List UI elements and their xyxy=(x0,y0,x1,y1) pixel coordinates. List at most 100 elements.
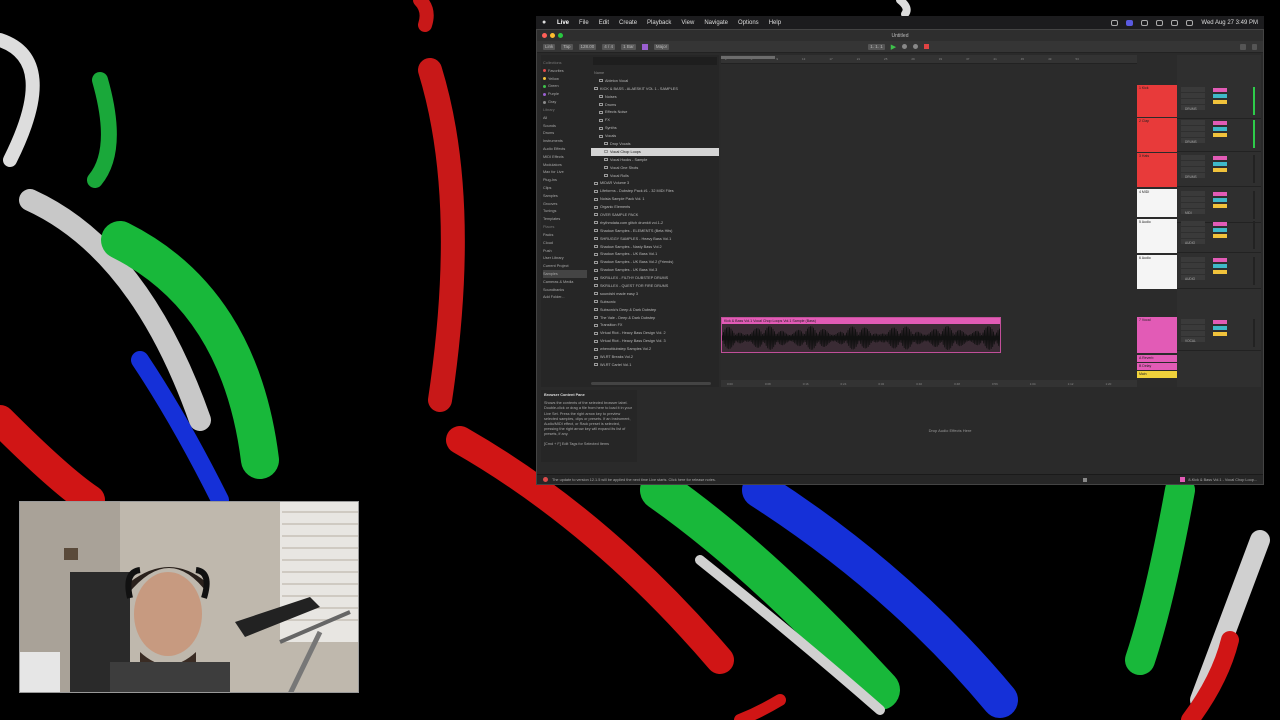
browser-file-item[interactable]: OVER SAMPLE PACK xyxy=(591,211,719,219)
collection-purple[interactable]: Purple xyxy=(543,90,587,98)
menu-app[interactable]: Live xyxy=(557,20,569,26)
arrangement-position[interactable]: 1. 1. 1 xyxy=(868,43,885,50)
input-type-select[interactable] xyxy=(1181,155,1205,160)
solo-button[interactable] xyxy=(1213,198,1227,202)
solo-button[interactable] xyxy=(1213,94,1227,98)
browser-file-item[interactable]: rhythmdata.com glitch drumkit vol.1-2 xyxy=(591,219,719,227)
track-header[interactable]: 4 MIDI xyxy=(1137,189,1177,217)
return-header[interactable]: A Reverb xyxy=(1137,355,1177,362)
status-message[interactable]: The update to version 12.1.5 will be app… xyxy=(552,478,716,482)
wifi-icon[interactable] xyxy=(1156,19,1164,26)
places-item[interactable]: Soundbanks xyxy=(543,286,587,294)
browser-file-item[interactable]: Virtual Riot - Heavy Bass Design Vol. 3 xyxy=(591,337,719,345)
track-activator-button[interactable] xyxy=(1213,88,1227,92)
device-view[interactable]: Drop Audio Effects Here xyxy=(639,390,1261,462)
library-item[interactable]: Tunings xyxy=(543,208,587,216)
browser-file-item[interactable]: Lifeforms - Dubstep Pack #1 - 32 MIDI Fi… xyxy=(591,187,719,195)
browser-file-item[interactable]: MIDAR Volume 3 xyxy=(591,179,719,187)
browser-file-item[interactable]: Shadow Samples - Nasty Bass Vol.2 xyxy=(591,243,719,251)
places-item[interactable]: Cloud xyxy=(543,239,587,247)
time-ruler[interactable]: 0:00 0:08 0:16 0:24 0:32 0:40 0:48 0:56 … xyxy=(721,380,1137,387)
library-item[interactable]: Audio Effects xyxy=(543,145,587,153)
library-item[interactable]: Samples xyxy=(543,192,587,200)
input-channel-select[interactable] xyxy=(1181,93,1205,98)
main-header[interactable]: Main xyxy=(1137,371,1177,378)
monitor-select[interactable] xyxy=(1181,331,1205,336)
input-type-select[interactable] xyxy=(1181,221,1205,226)
library-item[interactable]: Max for Live xyxy=(543,169,587,177)
link-button[interactable]: Link xyxy=(543,43,556,50)
menu-file[interactable]: File xyxy=(579,20,589,26)
places-item[interactable]: Current Project xyxy=(543,262,587,270)
arm-button[interactable] xyxy=(1213,168,1227,172)
audio-clip[interactable]: Kick & Bass Vol.1 Vocal Chop Loops Vol.1… xyxy=(721,317,1001,353)
collection-gray[interactable]: Gray xyxy=(543,98,587,106)
track-activator-button[interactable] xyxy=(1213,121,1227,125)
arm-button[interactable] xyxy=(1213,100,1227,104)
library-item[interactable]: Templates xyxy=(543,215,587,223)
automation-arm-icon[interactable] xyxy=(924,44,930,49)
library-item[interactable]: Modulators xyxy=(543,161,587,169)
library-item[interactable]: Drums xyxy=(543,130,587,138)
browser-file-item[interactable]: Ableton Vocal xyxy=(591,77,719,85)
solo-button[interactable] xyxy=(1213,127,1227,131)
monitor-select[interactable] xyxy=(1181,132,1205,137)
browser-file-item[interactable]: whenofdubstep Samples Vol.2 xyxy=(591,345,719,353)
library-item[interactable]: Sounds xyxy=(543,122,587,130)
browser-file-item[interactable]: Vocal One Shots xyxy=(591,164,719,172)
browser-file-item[interactable]: Shadow Samples - UK Bass Vol.1 xyxy=(591,250,719,258)
search-icon[interactable] xyxy=(1171,19,1179,26)
browser-file-item[interactable]: Drop Vocals xyxy=(591,140,719,148)
browser-file-item[interactable]: Transition FX xyxy=(591,322,719,330)
input-type-select[interactable] xyxy=(1181,87,1205,92)
input-channel-select[interactable] xyxy=(1181,126,1205,131)
menu-edit[interactable]: Edit xyxy=(599,20,609,26)
track-header[interactable]: 1 Kick xyxy=(1137,85,1177,117)
monitor-select[interactable] xyxy=(1181,233,1205,238)
tempo-field[interactable]: 128.00 xyxy=(578,43,597,50)
menu-create[interactable]: Create xyxy=(619,20,637,26)
browser-file-item[interactable]: SKRILLEX - FILTHY DUBSTEP DRUMS xyxy=(591,274,719,282)
tray-icon[interactable] xyxy=(1126,19,1134,26)
arm-button[interactable] xyxy=(1213,234,1227,238)
menubar-clock[interactable]: Wed Aug 27 3:49 PM xyxy=(1201,20,1258,26)
browser-file-item[interactable]: WLRT Breaks Vol.2 xyxy=(591,353,719,361)
browser-file-item[interactable]: Subsonic's Deep & Dark Dubstep xyxy=(591,306,719,314)
menu-navigate[interactable]: Navigate xyxy=(704,20,728,26)
browser-file-item[interactable]: Vocal Chop Loops xyxy=(591,147,719,156)
key-toggle-icon[interactable] xyxy=(641,43,648,50)
key-map-button[interactable] xyxy=(1240,43,1246,50)
record-icon[interactable] xyxy=(913,44,919,49)
browser-file-item[interactable]: Noises xyxy=(591,93,719,101)
browser-file-item[interactable]: SHRUGGY SAMPLES - Heavy Bass Vol.1 xyxy=(591,235,719,243)
menu-view[interactable]: View xyxy=(681,20,694,26)
play-icon[interactable]: ▶ xyxy=(891,43,896,51)
stop-icon[interactable] xyxy=(902,44,908,49)
places-item[interactable]: Push xyxy=(543,247,587,255)
input-type-select[interactable] xyxy=(1181,257,1205,262)
monitor-select[interactable] xyxy=(1181,99,1205,104)
browser-file-item[interactable]: WLRT Cartel Vol.1 xyxy=(591,361,719,369)
library-item[interactable]: Instruments xyxy=(543,137,587,145)
track-header[interactable]: 7 Vocal xyxy=(1137,317,1177,353)
tap-button[interactable]: Tap xyxy=(561,43,573,50)
time-signature-field[interactable]: 4 / 4 xyxy=(602,43,616,50)
collection-favorites[interactable]: Favorites xyxy=(543,67,587,75)
places-item[interactable]: Samples xyxy=(543,270,587,278)
solo-button[interactable] xyxy=(1213,264,1227,268)
solo-button[interactable] xyxy=(1213,228,1227,232)
collection-yellow[interactable]: Yellow xyxy=(543,75,587,83)
browser-file-item[interactable]: Drums xyxy=(591,101,719,109)
monitor-select[interactable] xyxy=(1181,203,1205,208)
browser-file-item[interactable]: Shadow Samples - UK Bass Vol.2 (Friends) xyxy=(591,258,719,266)
library-item[interactable]: Clips xyxy=(543,184,587,192)
places-item[interactable]: Packs xyxy=(543,231,587,239)
input-channel-select[interactable] xyxy=(1181,227,1205,232)
input-channel-select[interactable] xyxy=(1181,161,1205,166)
browser-file-item[interactable]: Organic Elements xyxy=(591,203,719,211)
track-header[interactable]: 6 Audio xyxy=(1137,255,1177,289)
apple-icon[interactable]: ● xyxy=(542,19,549,27)
browser-scrollbar[interactable] xyxy=(591,382,711,385)
menu-help[interactable]: Help xyxy=(769,20,781,26)
browser-file-item[interactable]: SKRILLEX - QUEST FOR FIRE DRUMS xyxy=(591,282,719,290)
